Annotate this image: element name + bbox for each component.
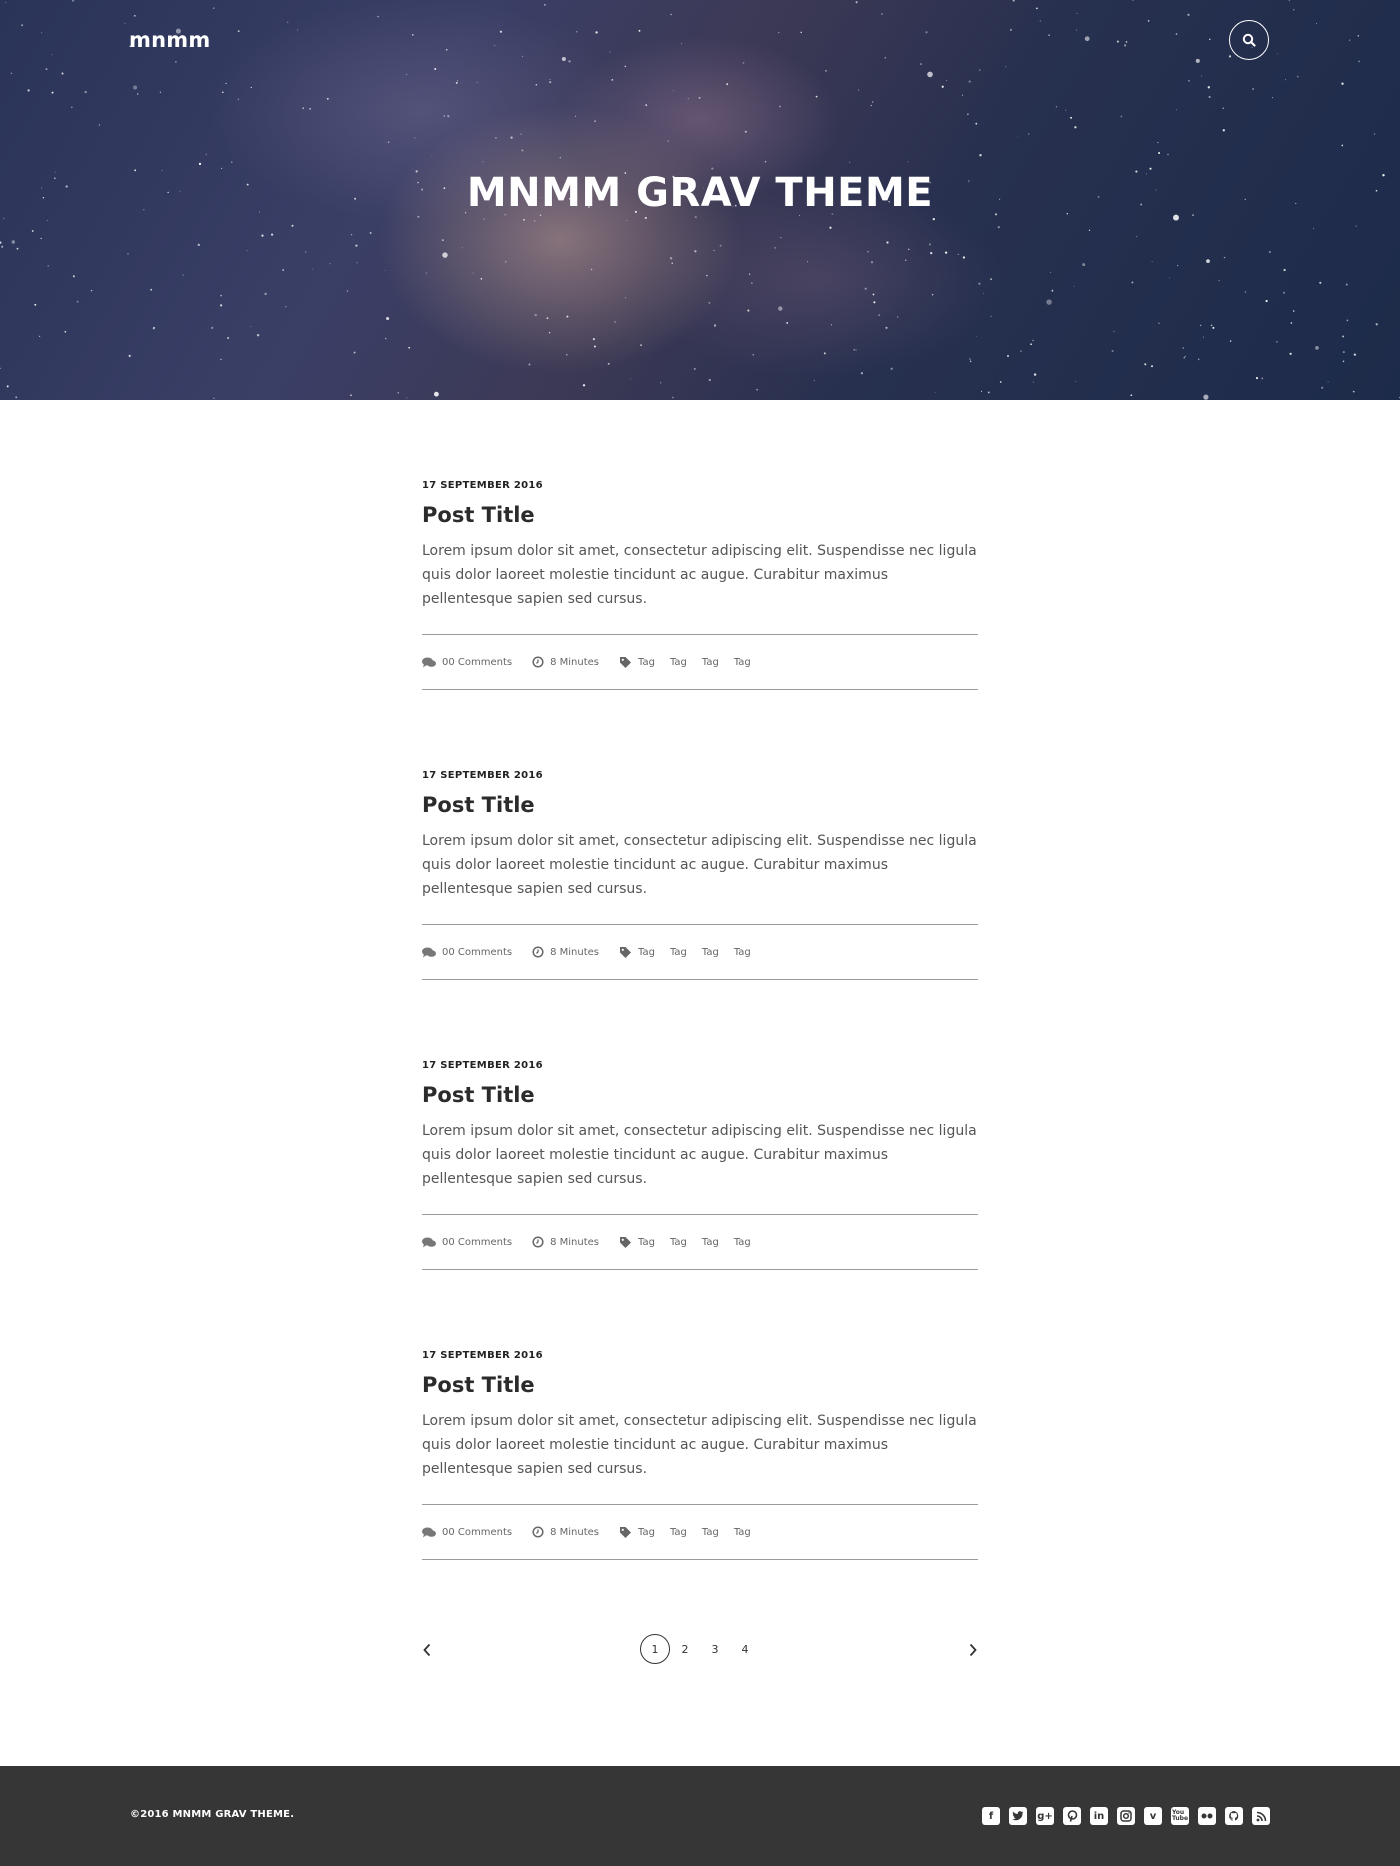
tag-link[interactable]: Tag xyxy=(702,657,719,668)
comments-count: 00 Comments xyxy=(442,1526,513,1538)
post-excerpt: Lorem ipsum dolor sit amet, consectetur … xyxy=(422,543,977,607)
tag-list: Tag Tag Tag Tag xyxy=(619,1526,766,1539)
pinterest-icon[interactable] xyxy=(1063,1807,1081,1825)
tag-icon xyxy=(620,1526,632,1538)
twitter-icon[interactable] xyxy=(1009,1807,1027,1825)
tag-link[interactable]: Tag xyxy=(638,657,655,668)
post-card: 17 SEPTEMBER 2016 Post Title Lorem ipsum… xyxy=(422,480,978,690)
read-time: 8 Minutes xyxy=(532,1236,599,1248)
page-link[interactable]: 3 xyxy=(700,1634,730,1664)
pagination: 1 2 3 4 xyxy=(422,1634,978,1668)
tag-link[interactable]: Tag xyxy=(638,947,655,958)
instagram-icon[interactable] xyxy=(1117,1807,1135,1825)
post-meta: 00 Comments 8 Minutes Tag Tag Tag Tag xyxy=(422,1214,978,1270)
post-date: 17 SEPTEMBER 2016 xyxy=(422,1350,543,1361)
linkedin-icon[interactable]: in xyxy=(1090,1807,1108,1825)
read-time-label: 8 Minutes xyxy=(550,656,600,668)
page-numbers: 1 2 3 4 xyxy=(640,1634,760,1664)
clock-icon xyxy=(532,656,544,668)
read-time-label: 8 Minutes xyxy=(550,946,600,958)
post-meta: 00 Comments 8 Minutes Tag Tag Tag Tag xyxy=(422,1504,978,1560)
tag-link[interactable]: Tag xyxy=(670,1527,687,1538)
read-time: 8 Minutes xyxy=(532,946,599,958)
tag-icon xyxy=(620,946,632,958)
read-time-label: 8 Minutes xyxy=(550,1236,600,1248)
comments-count: 00 Comments xyxy=(442,1236,513,1248)
post-card: 17 SEPTEMBER 2016 Post Title Lorem ipsum… xyxy=(422,770,978,980)
post-date: 17 SEPTEMBER 2016 xyxy=(422,1060,543,1071)
post-meta: 00 Comments 8 Minutes Tag Tag Tag Tag xyxy=(422,924,978,980)
post-excerpt: Lorem ipsum dolor sit amet, consectetur … xyxy=(422,1123,977,1187)
post-excerpt: Lorem ipsum dolor sit amet, consectetur … xyxy=(422,833,977,897)
next-page-button[interactable] xyxy=(968,1642,978,1661)
google-plus-icon[interactable]: g+ xyxy=(1036,1807,1054,1825)
post-title[interactable]: Post Title xyxy=(422,503,978,527)
read-time: 8 Minutes xyxy=(532,656,599,668)
tag-link[interactable]: Tag xyxy=(702,947,719,958)
vimeo-icon[interactable]: v xyxy=(1144,1807,1162,1825)
page-link[interactable]: 4 xyxy=(730,1634,760,1664)
comments-icon xyxy=(422,657,436,667)
clock-icon xyxy=(532,1526,544,1538)
hero-title: MNMM GRAV THEME xyxy=(466,170,934,216)
tag-link[interactable]: Tag xyxy=(734,657,751,668)
comments-link[interactable]: 00 Comments xyxy=(422,1527,512,1538)
comments-count: 00 Comments xyxy=(442,946,513,958)
tag-link[interactable]: Tag xyxy=(734,947,751,958)
post-date: 17 SEPTEMBER 2016 xyxy=(422,480,543,491)
post-date: 17 SEPTEMBER 2016 xyxy=(422,770,543,781)
comments-icon xyxy=(422,947,436,957)
tag-link[interactable]: Tag xyxy=(638,1527,655,1538)
youtube-icon[interactable]: You Tube xyxy=(1171,1807,1189,1825)
post-title[interactable]: Post Title xyxy=(422,1083,978,1107)
flickr-icon[interactable] xyxy=(1198,1807,1216,1825)
site-footer: ©2016 MNMM GRAV THEME. f g+ in v You Tube xyxy=(0,1766,1400,1866)
post-meta: 00 Comments 8 Minutes Tag Tag Tag Tag xyxy=(422,634,978,690)
comments-icon xyxy=(422,1527,436,1537)
tag-icon xyxy=(620,1236,632,1248)
page-link-current[interactable]: 1 xyxy=(640,1634,670,1664)
tag-link[interactable]: Tag xyxy=(670,657,687,668)
read-time-label: 8 Minutes xyxy=(550,1526,600,1538)
post-card: 17 SEPTEMBER 2016 Post Title Lorem ipsum… xyxy=(422,1350,978,1560)
tag-icon xyxy=(620,656,632,668)
hero-header: mnmm MNMM GRAV THEME xyxy=(0,0,1400,400)
clock-icon xyxy=(532,946,544,958)
chevron-left-icon xyxy=(423,1643,431,1657)
post-title[interactable]: Post Title xyxy=(422,1373,978,1397)
search-button[interactable] xyxy=(1229,20,1269,60)
tag-link[interactable]: Tag xyxy=(734,1527,751,1538)
github-icon[interactable] xyxy=(1225,1807,1243,1825)
social-links: f g+ in v You Tube xyxy=(982,1807,1270,1825)
comments-count: 00 Comments xyxy=(442,656,513,668)
chevron-right-icon xyxy=(969,1643,977,1657)
copyright-text: ©2016 MNMM GRAV THEME. xyxy=(130,1809,295,1820)
comments-link[interactable]: 00 Comments xyxy=(422,947,512,958)
tag-link[interactable]: Tag xyxy=(670,947,687,958)
tag-link[interactable]: Tag xyxy=(734,1237,751,1248)
tag-list: Tag Tag Tag Tag xyxy=(619,1236,766,1249)
search-icon xyxy=(1242,33,1256,47)
comments-link[interactable]: 00 Comments xyxy=(422,657,512,668)
rss-icon[interactable] xyxy=(1252,1807,1270,1825)
comments-link[interactable]: 00 Comments xyxy=(422,1237,512,1248)
tag-link[interactable]: Tag xyxy=(638,1237,655,1248)
facebook-icon[interactable]: f xyxy=(982,1807,1000,1825)
read-time: 8 Minutes xyxy=(532,1526,599,1538)
clock-icon xyxy=(532,1236,544,1248)
page-link[interactable]: 2 xyxy=(670,1634,700,1664)
tag-list: Tag Tag Tag Tag xyxy=(619,946,766,959)
tag-list: Tag Tag Tag Tag xyxy=(619,656,766,669)
tag-link[interactable]: Tag xyxy=(702,1527,719,1538)
comments-icon xyxy=(422,1237,436,1247)
site-logo[interactable]: mnmm xyxy=(129,28,210,52)
tag-link[interactable]: Tag xyxy=(670,1237,687,1248)
post-excerpt: Lorem ipsum dolor sit amet, consectetur … xyxy=(422,1413,977,1477)
prev-page-button[interactable] xyxy=(422,1642,432,1661)
tag-link[interactable]: Tag xyxy=(702,1237,719,1248)
post-title[interactable]: Post Title xyxy=(422,793,978,817)
post-card: 17 SEPTEMBER 2016 Post Title Lorem ipsum… xyxy=(422,1060,978,1270)
